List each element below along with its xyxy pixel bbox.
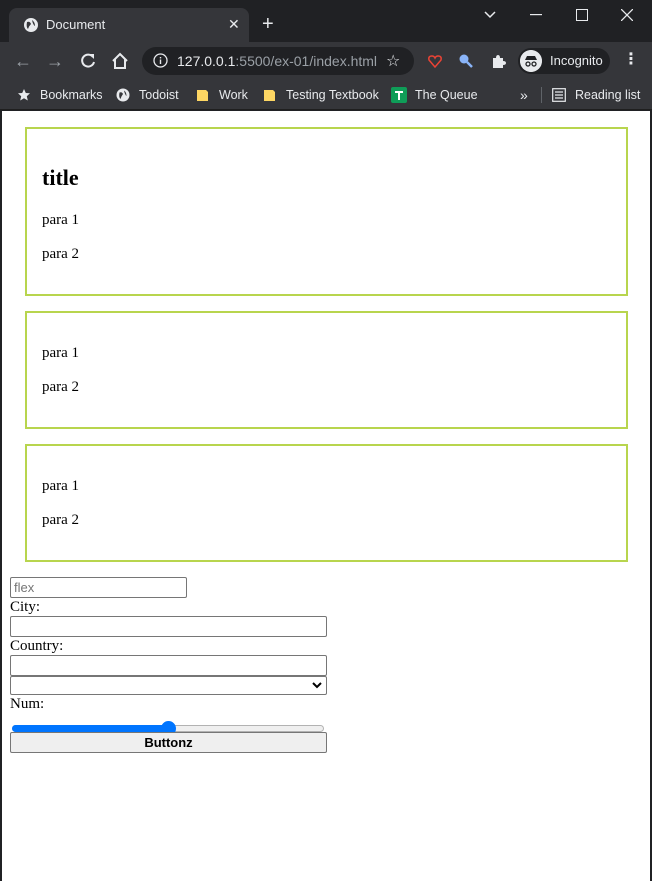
- card-paragraph: para 1: [42, 345, 80, 361]
- country-label: Country:: [10, 638, 64, 654]
- reading-list-label: Reading list: [575, 88, 641, 102]
- new-tab-button[interactable]: +: [262, 14, 274, 34]
- slider-fill: [12, 725, 168, 732]
- address-bar[interactable]: 127.0.0.1:5500/ex-01/index.html ☆: [142, 47, 414, 75]
- extension-heart-icon[interactable]: [427, 53, 443, 69]
- card-3: para 1 para 2: [25, 444, 628, 562]
- bookmark-todoist[interactable]: Todoist: [116, 86, 179, 104]
- extension-magnifier-icon[interactable]: [458, 53, 474, 69]
- bookmarks-overflow-icon[interactable]: »: [520, 86, 528, 104]
- url-host: 127.0.0.1: [177, 53, 236, 69]
- flex-input[interactable]: [10, 577, 187, 598]
- card-paragraph: para 1: [42, 478, 80, 494]
- page-viewport: title para 1 para 2 para 1 para 2 para 1…: [2, 111, 650, 881]
- globe-icon: [24, 18, 38, 32]
- folder-icon: [264, 90, 275, 101]
- bookmark-testing-textbook[interactable]: Testing Textbook: [263, 86, 379, 104]
- minimize-icon[interactable]: [530, 14, 542, 16]
- tab-search-chevron-icon[interactable]: [484, 10, 496, 20]
- globe-icon: [116, 88, 130, 102]
- browser-menu-icon[interactable]: ⋮: [623, 52, 639, 68]
- bookmark-the-queue[interactable]: The Queue: [391, 86, 478, 104]
- bookmark-label: The Queue: [415, 88, 478, 102]
- reading-list-icon: [552, 88, 566, 102]
- bookmark-label: Testing Textbook: [286, 88, 379, 102]
- browser-tab[interactable]: Document ✕: [9, 8, 249, 42]
- card-paragraph: para 2: [42, 512, 80, 528]
- card-2: para 1 para 2: [25, 311, 628, 429]
- incognito-label: Incognito: [550, 53, 603, 68]
- reading-list-button[interactable]: Reading list: [552, 86, 640, 104]
- country-select[interactable]: [10, 676, 327, 695]
- back-arrow-icon[interactable]: ←: [13, 51, 33, 71]
- card-1: title para 1 para 2: [25, 127, 628, 296]
- num-label: Num:: [10, 696, 45, 712]
- incognito-icon: [520, 50, 542, 72]
- bookmark-label: Todoist: [139, 88, 179, 102]
- window-titlebar: Document ✕ +: [0, 0, 652, 42]
- country-field[interactable]: [10, 655, 327, 676]
- city-label: City:: [10, 599, 41, 615]
- bookmark-label: Bookmarks: [40, 88, 103, 102]
- tab-close-icon[interactable]: ✕: [228, 16, 240, 32]
- city-field[interactable]: [10, 616, 327, 637]
- bookmark-work[interactable]: Work: [196, 86, 248, 104]
- tab-title: Document: [46, 17, 106, 32]
- forward-arrow-icon[interactable]: →: [45, 51, 65, 71]
- incognito-profile-button[interactable]: Incognito: [518, 48, 610, 74]
- url-path: :5500/ex-01/index.html: [235, 53, 378, 69]
- url-text: 127.0.0.1:5500/ex-01/index.html: [177, 53, 377, 69]
- star-icon: [18, 89, 30, 101]
- card-title: title: [42, 165, 79, 190]
- extensions-puzzle-icon[interactable]: [490, 53, 506, 69]
- bookmark-label: Work: [219, 88, 248, 102]
- chevron-down-icon: [312, 682, 322, 689]
- buttonz-button[interactable]: Buttonz: [10, 732, 327, 753]
- window-close-icon[interactable]: [621, 9, 633, 21]
- home-icon[interactable]: [111, 52, 129, 70]
- card-paragraph: para 2: [42, 379, 80, 395]
- bookmarks-bar: Bookmarks Todoist Work Testing Textbook …: [0, 80, 652, 110]
- card-paragraph: para 1: [42, 212, 80, 228]
- reload-icon[interactable]: [79, 52, 97, 70]
- site-info-icon[interactable]: [153, 53, 168, 68]
- card-paragraph: para 2: [42, 246, 80, 262]
- folder-icon: [197, 90, 208, 101]
- browser-toolbar: ← → 127.0.0.1:5500/ex-01/index.html ☆ In…: [0, 42, 652, 80]
- bookmark-bookmarks[interactable]: Bookmarks: [17, 86, 103, 104]
- sheets-icon: [391, 87, 407, 103]
- bookmark-star-icon[interactable]: ☆: [386, 51, 400, 71]
- maximize-icon[interactable]: [576, 9, 588, 21]
- bookmarks-separator: [541, 87, 542, 103]
